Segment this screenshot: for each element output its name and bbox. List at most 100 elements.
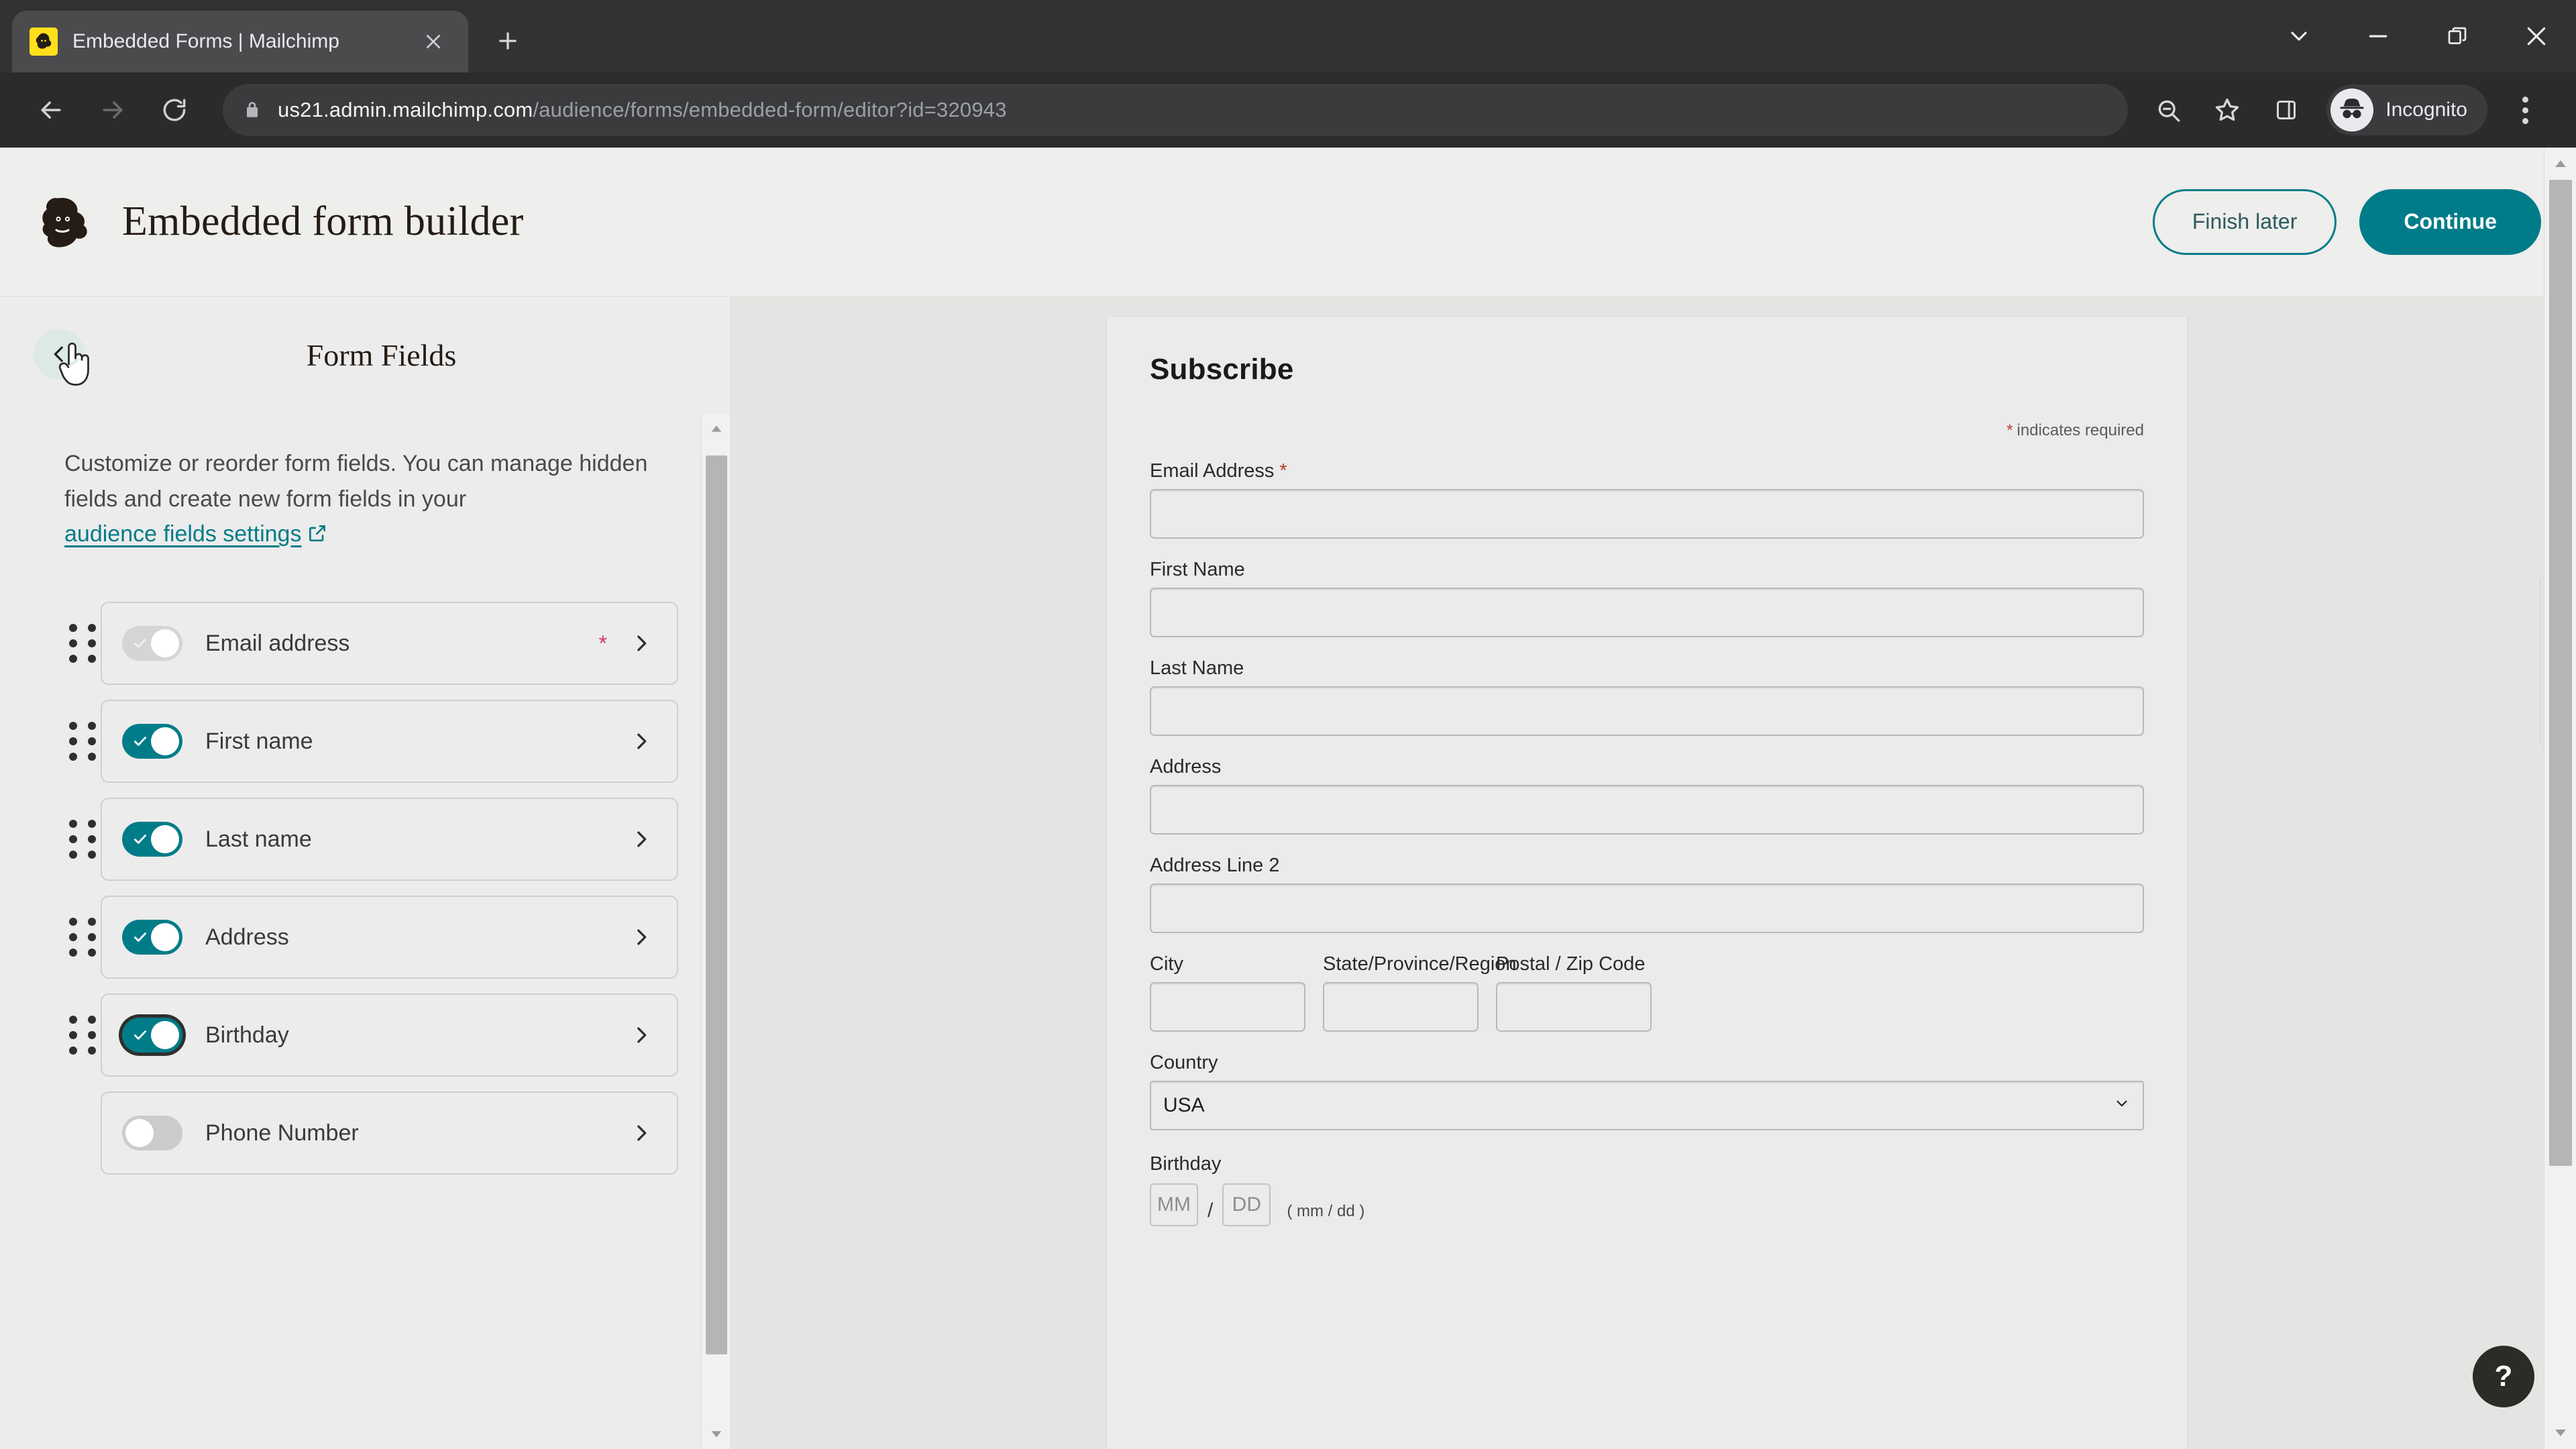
- reload-button[interactable]: [146, 82, 203, 138]
- mailchimp-favicon-icon: [30, 28, 58, 56]
- required-note-text: indicates required: [2017, 421, 2144, 439]
- page-title: Embedded form builder: [122, 199, 524, 244]
- toggle-knob: [151, 727, 179, 756]
- preview-field: Email Address *: [1150, 460, 2144, 539]
- finish-later-button[interactable]: Finish later: [2152, 189, 2337, 255]
- check-icon: [131, 830, 149, 848]
- preview-field-label: Email Address *: [1150, 460, 1287, 482]
- form-field-row: First name: [64, 700, 678, 784]
- zoom-out-icon[interactable]: [2140, 82, 2196, 138]
- birthday-field: Birthday MM / DD ( mm / dd ): [1150, 1153, 2144, 1226]
- form-field-card[interactable]: First name: [101, 700, 678, 784]
- incognito-label: Incognito: [2385, 99, 2467, 121]
- back-button[interactable]: [23, 82, 79, 138]
- birthday-inputs: MM / DD ( mm / dd ): [1150, 1183, 2144, 1226]
- preview-field: Last Name: [1150, 657, 2144, 736]
- birthday-separator: /: [1208, 1199, 1214, 1222]
- field-enable-toggle[interactable]: [122, 920, 182, 955]
- address-bar[interactable]: us21.admin.mailchimp.com/audience/forms/…: [223, 84, 2129, 136]
- preview-text-input[interactable]: [1323, 982, 1479, 1032]
- page-scrollbar-thumb[interactable]: [2548, 180, 2572, 1166]
- panel-scrollbar[interactable]: [701, 414, 731, 1449]
- field-enable-toggle[interactable]: [122, 1018, 182, 1053]
- preview-text-input[interactable]: [1150, 489, 2144, 539]
- required-asterisk: *: [1279, 460, 1287, 482]
- check-icon: [131, 928, 149, 946]
- chevron-right-icon[interactable]: [630, 730, 653, 753]
- country-select[interactable]: USA: [1150, 1081, 2144, 1130]
- form-field-card[interactable]: Birthday: [101, 994, 678, 1077]
- panel-scrollbar-thumb[interactable]: [705, 455, 727, 1354]
- field-enable-toggle[interactable]: [122, 1116, 182, 1151]
- help-button[interactable]: ?: [2473, 1346, 2534, 1407]
- page-scroll-down-arrow-icon[interactable]: [2544, 1417, 2576, 1449]
- drag-handle-icon[interactable]: [64, 918, 101, 957]
- drag-handle-icon[interactable]: [64, 722, 101, 761]
- panel-scrollbar-track[interactable]: [702, 443, 731, 1419]
- drag-handle-icon[interactable]: [64, 624, 101, 663]
- required-note: * indicates required: [1150, 421, 2144, 440]
- preview-text-input[interactable]: [1150, 686, 2144, 736]
- tab-close-icon[interactable]: [416, 24, 451, 59]
- preview-text-input[interactable]: [1496, 982, 1652, 1032]
- field-enable-toggle[interactable]: [122, 724, 182, 759]
- field-enable-toggle: [122, 626, 182, 661]
- birthday-day-input[interactable]: DD: [1222, 1183, 1271, 1226]
- preview-text-input[interactable]: [1150, 785, 2144, 835]
- page-scroll-up-arrow-icon[interactable]: [2544, 148, 2576, 180]
- birthday-month-input[interactable]: MM: [1150, 1183, 1198, 1226]
- incognito-badge[interactable]: Incognito: [2326, 85, 2487, 136]
- chevron-right-icon[interactable]: [630, 828, 653, 851]
- chevron-right-icon[interactable]: [630, 1024, 653, 1046]
- preview-field-label: Last Name: [1150, 657, 1244, 679]
- audience-fields-settings-link[interactable]: audience fields settings: [64, 521, 301, 547]
- panel-description-text: Customize or reorder form fields. You ca…: [64, 451, 648, 512]
- chevron-right-icon[interactable]: [630, 926, 653, 949]
- field-label: Address: [205, 924, 289, 950]
- preview-field: Address: [1150, 756, 2144, 835]
- drag-handle-icon[interactable]: [64, 1016, 101, 1055]
- collapse-panel-button[interactable]: [34, 329, 85, 380]
- scroll-down-arrow-icon[interactable]: [702, 1419, 731, 1449]
- forward-button[interactable]: [85, 82, 141, 138]
- form-field-card[interactable]: Last name: [101, 798, 678, 881]
- address-row: City State/Province/Region Postal / Zip Co…: [1150, 953, 2144, 1032]
- field-label: Email address: [205, 630, 350, 656]
- preview-text-input[interactable]: [1150, 883, 2144, 933]
- bookmark-star-icon[interactable]: [2199, 82, 2255, 138]
- tab-search-button[interactable]: [2259, 0, 2339, 72]
- form-field-card[interactable]: Address: [101, 896, 678, 979]
- address-row-column: Postal / Zip Code: [1496, 953, 1652, 1032]
- preview-text-input[interactable]: [1150, 588, 2144, 637]
- preview-field: Address Line 2: [1150, 855, 2144, 933]
- preview-text-input[interactable]: [1150, 982, 1305, 1032]
- page-scrollbar-track[interactable]: [2544, 180, 2576, 1417]
- address-bar-url: us21.admin.mailchimp.com/audience/forms/…: [278, 98, 1007, 122]
- field-label: Birthday: [205, 1022, 289, 1048]
- window-minimize-button[interactable]: [2339, 0, 2418, 72]
- panel-scroll-area: Customize or reorder form fields. You ca…: [0, 414, 731, 1449]
- three-dot-menu-icon[interactable]: [2497, 82, 2553, 138]
- country-select-value: USA: [1163, 1094, 1205, 1116]
- side-panel-icon[interactable]: [2258, 82, 2314, 138]
- page-scrollbar[interactable]: [2544, 148, 2576, 1449]
- form-preview-card: Subscribe * indicates required Email Addr…: [1107, 317, 2187, 1449]
- chevron-right-icon[interactable]: [630, 1122, 653, 1144]
- scroll-up-arrow-icon[interactable]: [702, 414, 731, 443]
- window-restore-button[interactable]: [2418, 0, 2497, 72]
- address-row-column: State/Province/Region: [1323, 953, 1517, 1032]
- new-tab-button[interactable]: [483, 16, 533, 66]
- window-close-button[interactable]: [2497, 0, 2576, 72]
- form-field-card[interactable]: Phone Number: [101, 1091, 678, 1175]
- preview-text-fields: Email Address * First Name Last Name Address…: [1150, 460, 2144, 933]
- form-field-row: Address: [64, 896, 678, 979]
- browser-tab[interactable]: Embedded Forms | Mailchimp: [12, 11, 468, 72]
- chevron-right-icon[interactable]: [630, 632, 653, 655]
- field-enable-toggle[interactable]: [122, 822, 182, 857]
- birthday-label: Birthday: [1150, 1153, 1222, 1175]
- window-controls: [2259, 0, 2576, 72]
- form-field-card[interactable]: Email address *: [101, 602, 678, 686]
- drag-handle-icon[interactable]: [64, 820, 101, 859]
- continue-button[interactable]: Continue: [2359, 189, 2541, 255]
- required-asterisk: *: [2006, 421, 2013, 439]
